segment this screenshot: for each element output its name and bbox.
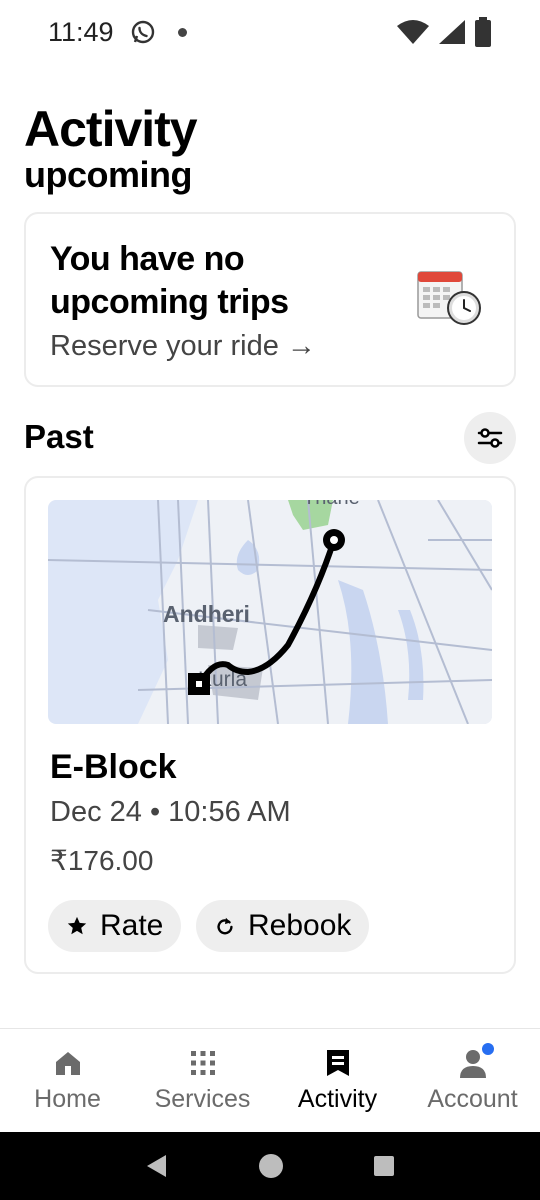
reserve-ride-link[interactable]: Reserve your ride → bbox=[50, 330, 316, 363]
nav-services[interactable]: Services bbox=[135, 1029, 270, 1132]
sliders-icon bbox=[477, 428, 503, 448]
trip-fare: ₹176.00 bbox=[50, 845, 154, 876]
route-start-marker bbox=[188, 673, 210, 695]
map-label-mid: Andheri bbox=[163, 601, 250, 627]
section-past-title: Past bbox=[24, 418, 94, 455]
back-icon[interactable] bbox=[144, 1153, 170, 1179]
whatsapp-icon bbox=[131, 20, 154, 44]
rebook-button[interactable]: Rebook bbox=[196, 900, 370, 952]
arrow-right-icon: → bbox=[286, 330, 316, 362]
filter-button[interactable] bbox=[464, 412, 516, 464]
grid-icon bbox=[190, 1051, 215, 1075]
nav-home-label: Home bbox=[34, 1085, 101, 1113]
rebook-icon bbox=[217, 917, 233, 935]
section-upcoming-title: upcoming bbox=[24, 154, 192, 195]
home-circle-icon[interactable] bbox=[257, 1152, 285, 1180]
rate-label: Rate bbox=[100, 909, 164, 942]
receipt-icon bbox=[326, 1050, 349, 1076]
nav-home[interactable]: Home bbox=[0, 1029, 135, 1132]
system-nav-bar bbox=[0, 1132, 540, 1200]
nav-account-label: Account bbox=[427, 1085, 518, 1113]
route-end-marker bbox=[323, 529, 345, 551]
calendar-clock-icon bbox=[417, 271, 481, 325]
status-time: 11:49 bbox=[48, 16, 114, 47]
upcoming-trips-card[interactable]: You have no upcoming trips Reserve your … bbox=[24, 212, 516, 387]
trip-destination: E-Block bbox=[50, 748, 177, 786]
reserve-ride-label: Reserve your ride bbox=[50, 330, 279, 362]
home-icon bbox=[55, 1052, 80, 1075]
notification-dot-icon bbox=[177, 27, 187, 37]
page-title: Activity bbox=[24, 101, 198, 157]
star-icon bbox=[67, 916, 87, 935]
upcoming-empty-title: You have no upcoming trips bbox=[50, 240, 289, 321]
status-bar: 11:49 bbox=[0, 0, 540, 64]
nav-activity-label: Activity bbox=[297, 1085, 378, 1113]
recents-icon[interactable] bbox=[372, 1154, 396, 1178]
map-label-top: Thane bbox=[303, 500, 360, 509]
signal-icon bbox=[439, 20, 465, 44]
nav-account[interactable]: Account bbox=[405, 1029, 540, 1132]
trip-map: Thane Andheri Kurla bbox=[48, 500, 492, 724]
nav-activity[interactable]: Activity bbox=[270, 1029, 405, 1132]
rate-button[interactable]: Rate bbox=[48, 900, 182, 952]
trip-datetime: Dec 24 • 10:56 AM bbox=[50, 796, 291, 828]
bottom-nav: Home Services Activity Account bbox=[0, 1028, 540, 1132]
wifi-icon bbox=[397, 20, 429, 44]
past-trip-card[interactable]: Thane Andheri Kurla E-Block Dec 24 • 10:… bbox=[24, 476, 516, 974]
account-notification-badge bbox=[482, 1043, 494, 1055]
nav-services-label: Services bbox=[154, 1085, 251, 1113]
rebook-label: Rebook bbox=[248, 909, 352, 942]
battery-icon bbox=[475, 17, 491, 47]
